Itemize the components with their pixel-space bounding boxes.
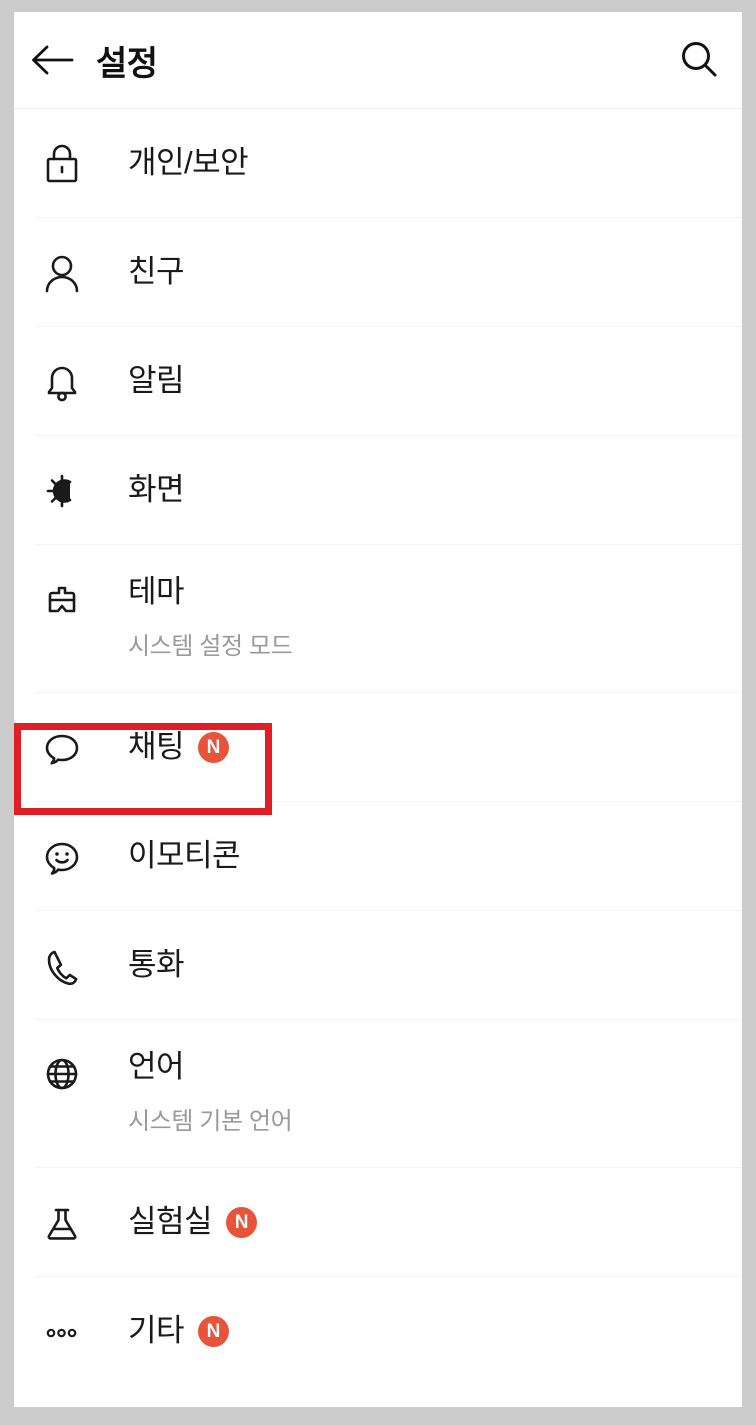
list-item-body: 통화 xyxy=(104,911,742,1020)
list-item-body: 기타 N xyxy=(104,1277,742,1386)
list-item-chat[interactable]: 채팅 N xyxy=(14,693,742,802)
list-item-label: 화면 xyxy=(128,472,185,508)
person-icon xyxy=(40,218,104,327)
bell-icon xyxy=(40,327,104,436)
list-item-body: 실험실 N xyxy=(104,1168,742,1277)
list-item-privacy[interactable]: 개인/보안 xyxy=(14,109,742,218)
list-item-body: 친구 xyxy=(104,218,742,327)
ellipsis-icon xyxy=(40,1277,104,1386)
list-item-subtitle: 시스템 기본 언어 xyxy=(128,1108,293,1136)
settings-screen: 설정 개인/보안 친구 알림 화면 테마 시스템 설정 모드 채팅 N 이모티콘… xyxy=(14,12,742,1407)
list-item-body: 개인/보안 xyxy=(104,109,742,218)
page-title: 설정 xyxy=(96,44,158,83)
list-item-label: 실험실 xyxy=(128,1204,213,1240)
smiley-bubble-icon xyxy=(40,802,104,911)
list-item-alerts[interactable]: 알림 xyxy=(14,327,742,436)
arrow-left-icon xyxy=(30,42,74,78)
list-item-body: 알림 xyxy=(104,327,742,436)
new-badge: N xyxy=(198,1316,230,1347)
list-item-label: 친구 xyxy=(128,254,185,290)
phone-icon xyxy=(40,911,104,1020)
list-item-theme[interactable]: 테마 시스템 설정 모드 xyxy=(14,545,742,693)
search-icon xyxy=(678,39,720,81)
search-button[interactable] xyxy=(656,12,742,109)
list-item-body: 채팅 N xyxy=(104,693,742,802)
list-item-label: 통화 xyxy=(128,947,185,983)
list-item-label: 테마 xyxy=(128,574,185,609)
flask-icon xyxy=(40,1168,104,1277)
new-badge: N xyxy=(226,1207,258,1238)
list-item-display[interactable]: 화면 xyxy=(14,436,742,545)
list-item-label: 이모티콘 xyxy=(128,838,241,874)
list-item-label: 개인/보안 xyxy=(128,145,249,181)
list-item-subtitle: 시스템 설정 모드 xyxy=(128,633,293,661)
back-button[interactable] xyxy=(14,12,90,109)
list-item-body: 이모티콘 xyxy=(104,802,742,911)
list-item-friends[interactable]: 친구 xyxy=(14,218,742,327)
globe-icon xyxy=(40,1020,104,1168)
list-item-label: 채팅 xyxy=(128,729,185,765)
lock-icon xyxy=(40,109,104,218)
list-item-emoticon[interactable]: 이모티콘 xyxy=(14,802,742,911)
brightness-icon xyxy=(40,436,104,545)
list-item-body: 언어 시스템 기본 언어 xyxy=(104,1020,742,1168)
list-item-body: 화면 xyxy=(104,436,742,545)
new-badge: N xyxy=(198,732,230,763)
list-item-lab[interactable]: 실험실 N xyxy=(14,1168,742,1277)
chat-bubble-icon xyxy=(40,693,104,802)
list-item-label: 알림 xyxy=(128,363,185,399)
paintbrush-icon xyxy=(40,545,104,693)
list-item-label: 기타 xyxy=(128,1313,185,1349)
list-item-language[interactable]: 언어 시스템 기본 언어 xyxy=(14,1020,742,1168)
app-bar: 설정 xyxy=(14,12,742,109)
list-item-label: 언어 xyxy=(128,1049,185,1084)
settings-list: 개인/보안 친구 알림 화면 테마 시스템 설정 모드 채팅 N 이모티콘 통화… xyxy=(14,109,742,1386)
list-item-call[interactable]: 통화 xyxy=(14,911,742,1020)
list-item-body: 테마 시스템 설정 모드 xyxy=(104,545,742,693)
list-item-etc[interactable]: 기타 N xyxy=(14,1277,742,1386)
